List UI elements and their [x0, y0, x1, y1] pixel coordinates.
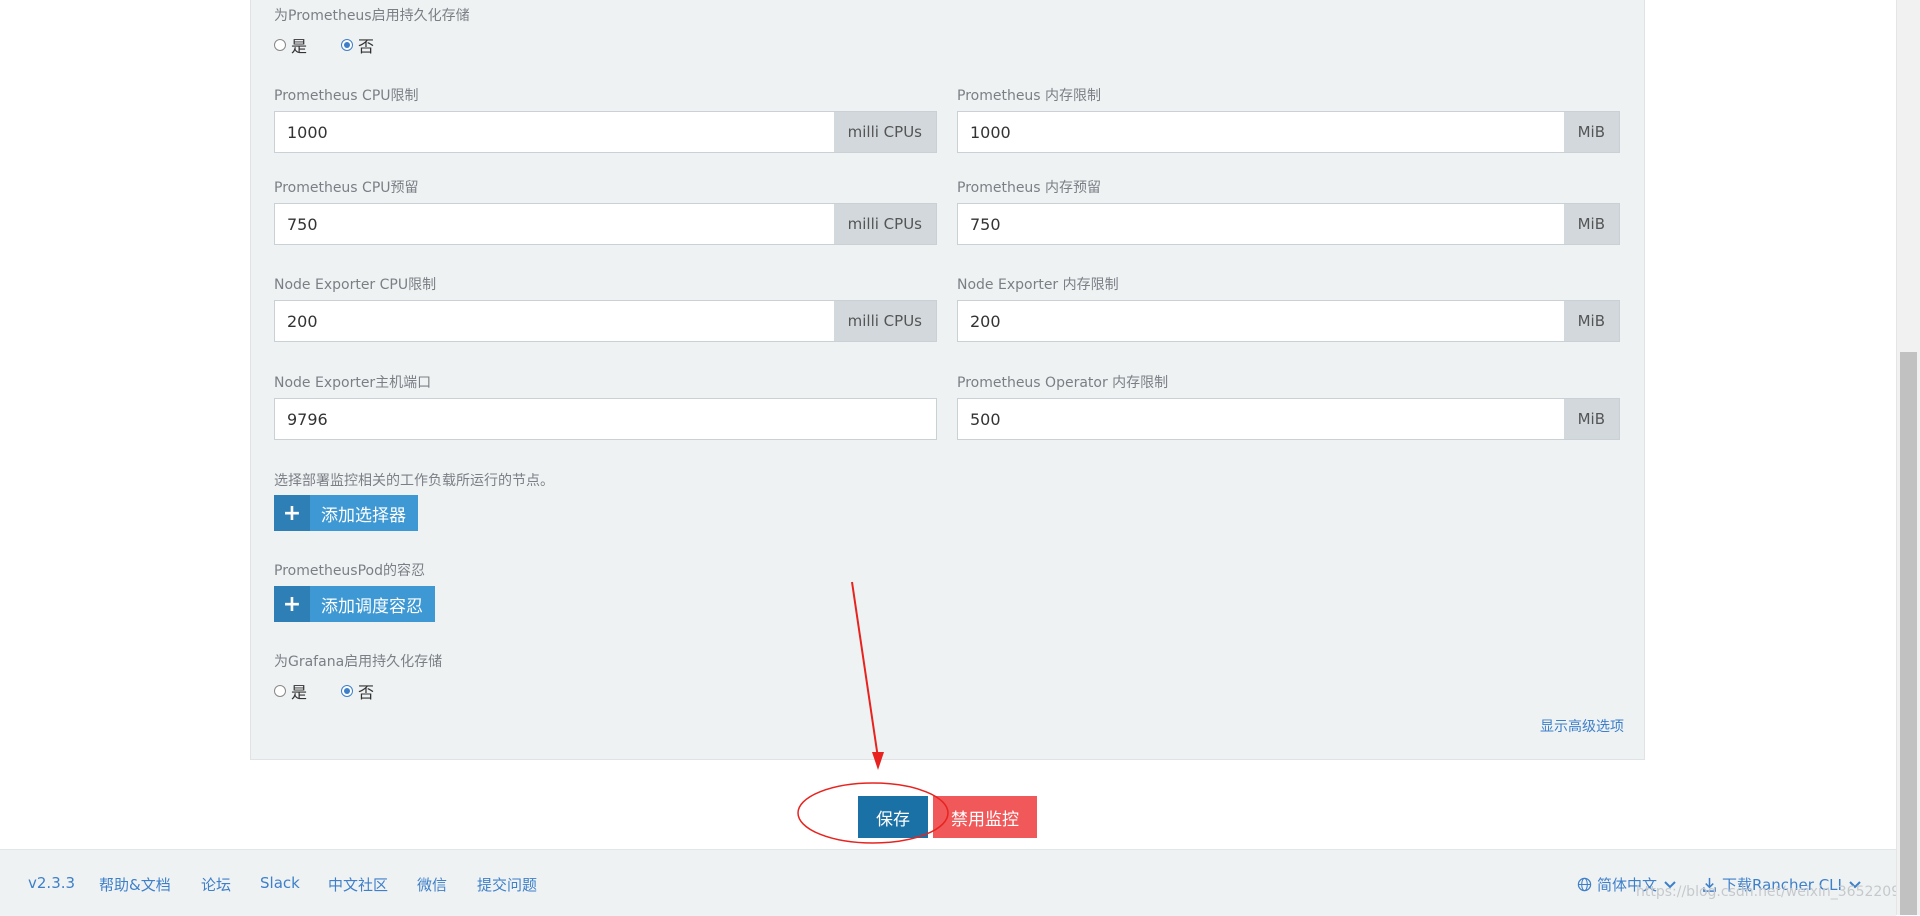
toleration-label: PrometheusPod的容忍: [274, 563, 425, 579]
grafana-persist-yes-radio[interactable]: 是: [274, 679, 307, 703]
prometheus-cpu-limit-group: milli CPUs: [274, 111, 937, 153]
footer: v2.3.3 帮助&文档 论坛 Slack 中文社区 微信 提交问题 简体中文 …: [0, 849, 1896, 916]
page-scrollbar[interactable]: [1896, 0, 1920, 915]
node-exporter-host-port-label: Node Exporter主机端口: [274, 375, 432, 391]
prometheus-mem-limit-group: MiB: [957, 111, 1620, 153]
plus-icon: +: [274, 586, 310, 622]
radio-label: 是: [291, 37, 308, 56]
add-toleration-button[interactable]: + 添加调度容忍: [274, 586, 435, 622]
footer-link-slack[interactable]: Slack: [260, 874, 300, 892]
node-exporter-cpu-limit-input[interactable]: [275, 301, 834, 341]
prometheus-mem-reserve-group: MiB: [957, 203, 1620, 245]
version-link[interactable]: v2.3.3: [28, 874, 75, 892]
grafana-persist-no-radio[interactable]: 否: [341, 679, 374, 703]
unit-addon: milli CPUs: [833, 204, 936, 244]
prometheus-cpu-reserve-group: milli CPUs: [274, 203, 937, 245]
radio-circle-selected[interactable]: [341, 685, 353, 697]
prometheus-operator-mem-limit-label: Prometheus Operator 内存限制: [957, 375, 1169, 391]
scrollbar-thumb[interactable]: [1900, 352, 1917, 915]
prometheus-mem-reserve-label: Prometheus 内存预留: [957, 180, 1102, 196]
prometheus-operator-mem-limit-input[interactable]: [958, 399, 1564, 439]
radio-circle-selected[interactable]: [341, 39, 353, 51]
prometheus-cpu-reserve-input[interactable]: [275, 204, 834, 244]
node-exporter-cpu-limit-group: milli CPUs: [274, 300, 937, 342]
prometheus-operator-mem-limit-group: MiB: [957, 398, 1620, 440]
unit-addon: milli CPUs: [833, 112, 936, 152]
prometheus-persist-label: 为Prometheus启用持久化存储: [274, 8, 470, 24]
prometheus-mem-reserve-input[interactable]: [958, 204, 1564, 244]
node-exporter-mem-limit-input[interactable]: [958, 301, 1564, 341]
unit-addon: MiB: [1563, 399, 1619, 439]
save-button[interactable]: 保存: [858, 796, 928, 838]
show-advanced-options-link[interactable]: 显示高级选项: [1540, 716, 1624, 736]
footer-link-community[interactable]: 中文社区: [328, 874, 388, 895]
node-exporter-mem-limit-group: MiB: [957, 300, 1620, 342]
prometheus-persist-no-radio[interactable]: 否: [341, 33, 374, 57]
unit-addon: MiB: [1563, 204, 1619, 244]
node-exporter-host-port-group: [274, 398, 937, 440]
unit-addon: MiB: [1563, 301, 1619, 341]
node-exporter-mem-limit-label: Node Exporter 内存限制: [957, 277, 1119, 293]
monitoring-config-panel: 为Prometheus启用持久化存储 是 否 Prometheus CPU限制 …: [250, 0, 1645, 760]
radio-label: 否: [358, 683, 375, 702]
unit-addon: milli CPUs: [833, 301, 936, 341]
add-selector-button[interactable]: + 添加选择器: [274, 495, 418, 531]
footer-link-wechat[interactable]: 微信: [417, 874, 447, 895]
node-exporter-cpu-limit-label: Node Exporter CPU限制: [274, 277, 437, 293]
add-toleration-button-label: 添加调度容忍: [321, 596, 423, 617]
prometheus-mem-limit-label: Prometheus 内存限制: [957, 88, 1102, 104]
radio-circle[interactable]: [274, 39, 286, 51]
prometheus-cpu-reserve-label: Prometheus CPU预留: [274, 180, 419, 196]
prometheus-mem-limit-input[interactable]: [958, 112, 1564, 152]
plus-icon: +: [274, 495, 310, 531]
prometheus-persist-yes-radio[interactable]: 是: [274, 33, 307, 57]
watermark-text: https://blog.csdn.net/weixin_36522099: [1636, 884, 1910, 900]
footer-link-forum[interactable]: 论坛: [201, 874, 231, 895]
add-selector-button-label: 添加选择器: [321, 505, 406, 526]
radio-label: 否: [358, 37, 375, 56]
node-exporter-host-port-input[interactable]: [275, 399, 936, 439]
disable-monitoring-button[interactable]: 禁用监控: [933, 796, 1037, 838]
node-selector-label: 选择部署监控相关的工作负载所运行的节点。: [274, 473, 554, 489]
grafana-persist-label: 为Grafana启用持久化存储: [274, 654, 443, 670]
radio-label: 是: [291, 683, 308, 702]
prometheus-cpu-limit-input[interactable]: [275, 112, 834, 152]
globe-icon: [1577, 877, 1592, 892]
unit-addon: MiB: [1563, 112, 1619, 152]
footer-link-docs[interactable]: 帮助&文档: [99, 874, 171, 895]
prometheus-cpu-limit-label: Prometheus CPU限制: [274, 88, 419, 104]
radio-circle[interactable]: [274, 685, 286, 697]
footer-link-issues[interactable]: 提交问题: [477, 874, 537, 895]
